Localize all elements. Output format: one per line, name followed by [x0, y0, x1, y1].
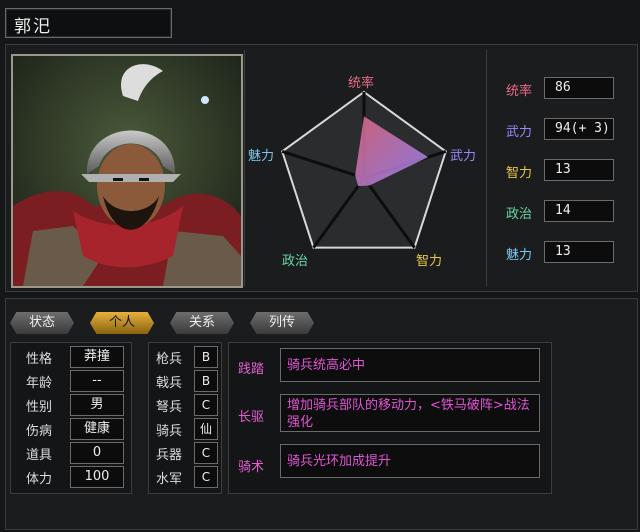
skill-name: 长驱: [238, 410, 265, 425]
radar-label-top: 统率: [348, 76, 375, 91]
info-label: 性别: [26, 400, 53, 415]
stat-label: 政治: [506, 207, 533, 222]
info-label: 年龄: [26, 376, 53, 391]
skill-name: 践踏: [238, 362, 265, 377]
info-label: 体力: [26, 472, 53, 487]
stat-row-politics: 政治 14: [500, 200, 614, 222]
skill-description: 骑兵统高必中: [280, 348, 540, 382]
panel-divider: [486, 50, 487, 286]
radar-label-right: 武力: [450, 149, 477, 164]
troop-label: 水军: [156, 472, 183, 487]
troop-label: 枪兵: [156, 352, 183, 367]
stat-value-box: 13: [544, 159, 614, 181]
tab-biography[interactable]: 列传: [250, 312, 314, 334]
general-name: 郭汜: [14, 17, 52, 37]
portrait-image: [13, 56, 241, 286]
troop-grade: C: [194, 466, 218, 488]
radar-label-bottom-left: 政治: [282, 254, 309, 269]
tab-status[interactable]: 状态: [10, 312, 74, 334]
attribute-radar: 统率 武力 智力 政治 魅力: [244, 50, 484, 286]
skill-description: 增加骑兵部队的移动力，<铁马破阵>战法强化: [280, 394, 540, 432]
stat-row-charisma: 魅力 13: [500, 241, 614, 263]
info-label: 道具: [26, 448, 53, 463]
stat-value: 13: [555, 244, 571, 259]
skill-name: 骑术: [238, 460, 265, 475]
stat-value-box: 14: [544, 200, 614, 222]
stat-row-leadership: 统率 86: [500, 77, 614, 99]
troop-label: 兵器: [156, 448, 183, 463]
info-value: --: [70, 370, 124, 392]
tab-relations[interactable]: 关系: [170, 312, 234, 334]
info-value: 莽撞: [70, 346, 124, 368]
stat-value-box: 13: [544, 241, 614, 263]
radar-label-left: 魅力: [248, 149, 275, 164]
info-label: 伤病: [26, 424, 53, 439]
troop-grade: 仙: [194, 418, 218, 440]
stat-label: 统率: [506, 84, 533, 99]
troop-grade: C: [194, 394, 218, 416]
troop-grade: B: [194, 370, 218, 392]
stat-label: 武力: [506, 125, 533, 140]
stat-value-box: 94(+ 3): [544, 118, 614, 140]
troop-label: 骑兵: [156, 424, 183, 439]
troop-grade: C: [194, 442, 218, 464]
stat-value: 13: [555, 162, 571, 177]
stat-label: 智力: [506, 166, 533, 181]
stat-row-intelligence: 智力 13: [500, 159, 614, 181]
info-value: 男: [70, 394, 124, 416]
info-value: 0: [70, 442, 124, 464]
tab-personal[interactable]: 个人: [90, 312, 154, 334]
info-value: 100: [70, 466, 124, 488]
stat-value: 86: [555, 80, 571, 95]
general-portrait: [11, 54, 243, 288]
general-name-box: 郭汜: [5, 8, 172, 38]
troop-label: 弩兵: [156, 400, 183, 415]
troop-label: 戟兵: [156, 376, 183, 391]
stat-value: 94(+ 3): [555, 121, 610, 136]
info-label: 性格: [26, 352, 53, 367]
stat-value-box: 86: [544, 77, 614, 99]
troop-grade: B: [194, 346, 218, 368]
info-value: 健康: [70, 418, 124, 440]
stat-value: 14: [555, 203, 571, 218]
radar-label-bottom-right: 智力: [416, 254, 443, 269]
stat-label: 魅力: [506, 248, 533, 263]
skill-description: 骑兵光环加成提升: [280, 444, 540, 478]
stat-row-war: 武力 94(+ 3): [500, 118, 614, 140]
